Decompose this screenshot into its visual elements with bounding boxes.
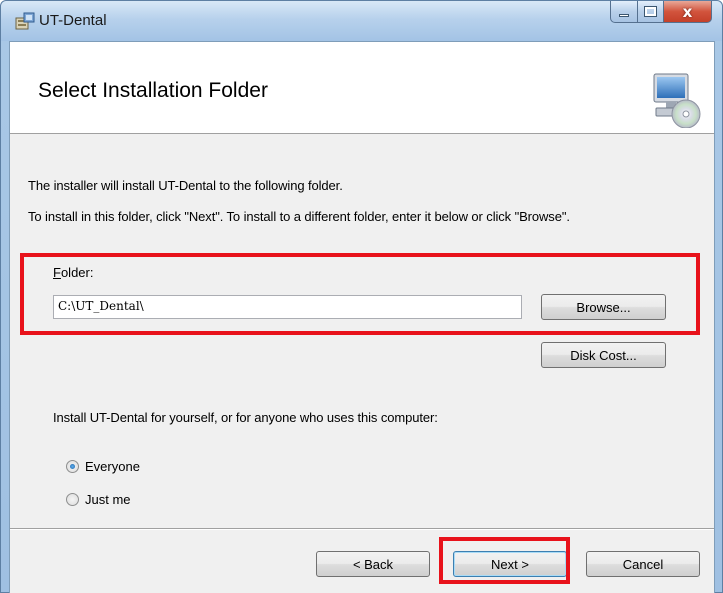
install-instructions-text: To install in this folder, click "Next".…: [28, 209, 570, 224]
radio-just-me[interactable]: Just me: [66, 492, 131, 507]
back-button[interactable]: < Back: [316, 551, 430, 577]
folder-highlight-box: [20, 253, 700, 335]
close-button[interactable]: x: [664, 1, 712, 23]
install-scope-text: Install UT-Dental for yourself, or for a…: [53, 410, 438, 425]
next-highlight-box: [439, 537, 570, 584]
radio-everyone-label: Everyone: [85, 459, 140, 474]
title-bar[interactable]: UT-Dental x: [1, 1, 722, 41]
radio-everyone[interactable]: Everyone: [66, 459, 140, 474]
window-title: UT-Dental: [39, 12, 107, 29]
dialog-header: Select Installation Folder: [10, 42, 714, 134]
maximize-button[interactable]: [638, 1, 664, 23]
computer-disc-icon: [653, 73, 701, 128]
disk-cost-button[interactable]: Disk Cost...: [541, 342, 666, 368]
close-icon: x: [682, 2, 693, 21]
caption-buttons: x: [610, 1, 712, 23]
installer-app-icon: [15, 12, 35, 30]
footer-separator: [10, 528, 714, 530]
minimize-icon: [619, 14, 629, 17]
radio-button-unchecked[interactable]: [66, 493, 79, 506]
radio-button-checked[interactable]: [66, 460, 79, 473]
radio-just-me-label: Just me: [85, 492, 131, 507]
page-title: Select Installation Folder: [38, 79, 268, 102]
install-location-text: The installer will install UT-Dental to …: [28, 178, 343, 193]
cancel-button[interactable]: Cancel: [586, 551, 700, 577]
minimize-button[interactable]: [610, 1, 638, 23]
maximize-icon: [644, 6, 657, 17]
